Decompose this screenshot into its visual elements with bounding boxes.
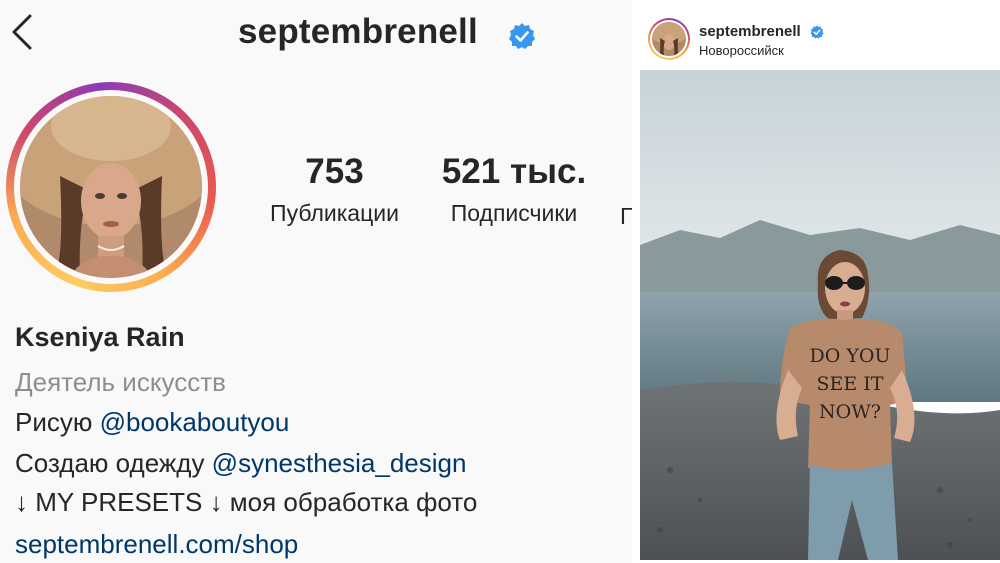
profile-screen: septembrenell 753 Публикации 521 тыс. По… [0, 0, 632, 563]
bio-line-clothing: Создаю одежду @synesthesia_design [15, 448, 467, 478]
stat-posts[interactable]: 753 Публикации [252, 152, 417, 228]
post-header: septembrenell Новороссийск [640, 0, 1000, 70]
profile-username: septembrenell [238, 12, 478, 51]
post-avatar-ring[interactable] [648, 18, 690, 60]
post-panel: septembrenell Новороссийск DO YOU SEE IT… [640, 0, 1000, 563]
stat-followers[interactable]: 521 тыс. Подписчики [430, 152, 598, 228]
stat-followers-count: 521 тыс. [441, 152, 587, 191]
svg-text:DO YOU: DO YOU [810, 345, 891, 367]
stat-posts-count: 753 [305, 152, 364, 191]
post-photo[interactable]: DO YOU SEE IT NOW? [640, 70, 1000, 560]
post-location[interactable]: Новороссийск [699, 43, 784, 58]
svg-text:NOW?: NOW? [819, 401, 881, 423]
shirt-print-text: DO YOU SEE IT NOW? [810, 345, 891, 423]
svg-text:SEE IT: SEE IT [817, 373, 884, 395]
profile-category: Деятель искусств [15, 367, 226, 397]
post-avatar [652, 22, 686, 56]
stat-posts-label: Публикации [270, 200, 399, 226]
mention-bookaboutyou-link[interactable]: @bookaboutyou [100, 407, 290, 437]
bio-line-presets: ↓ MY PRESETS ↓ моя обработка фото [15, 487, 478, 517]
post-username[interactable]: septembrenell [699, 23, 801, 40]
bio-line-draw: Рисую @bookaboutyou [15, 407, 290, 437]
profile-website-link[interactable]: septembrenell.com/shop [15, 529, 298, 560]
verified-badge-icon [509, 23, 535, 49]
stat-followers-label: Подписчики [450, 200, 578, 226]
back-chevron-icon[interactable] [8, 12, 38, 52]
panel-divider [632, 0, 640, 563]
profile-avatar-story-ring[interactable] [6, 82, 216, 292]
profile-avatar [20, 96, 202, 278]
verified-badge-icon [810, 25, 824, 39]
profile-full-name: Kseniya Rain [15, 322, 185, 352]
stat-following-label-cut: Г [620, 203, 632, 229]
mention-synesthesia-link[interactable]: @synesthesia_design [212, 448, 467, 478]
